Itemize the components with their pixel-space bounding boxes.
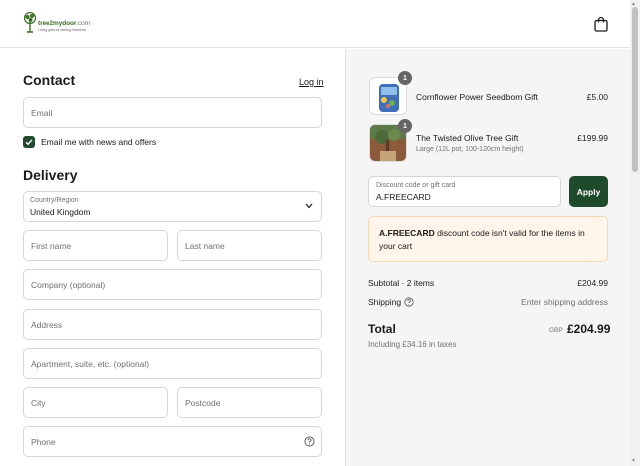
newsletter-label: Email me with news and offers [41, 137, 157, 147]
apartment-placeholder: Apartment, suite, etc. (optional) [31, 358, 150, 369]
total-currency: GBP [549, 327, 563, 334]
last-name-placeholder: Last name [185, 240, 225, 251]
postcode-placeholder: Postcode [185, 397, 221, 408]
apartment-field[interactable]: Apartment, suite, etc. (optional) [23, 348, 322, 379]
email-placeholder: Email [31, 107, 53, 118]
item-price: £5.00 [586, 92, 608, 102]
scrollbar-thumb[interactable] [632, 7, 638, 172]
logo-tagline: Living gifts for lasting moments [38, 28, 87, 32]
quantity-badge: 1 [398, 119, 412, 133]
company-placeholder: Company (optional) [31, 279, 106, 290]
store-logo[interactable]: tree2mydoor.com Living gifts for lasting… [23, 12, 90, 34]
address-field[interactable]: Address [23, 309, 322, 340]
info-circle-icon[interactable] [404, 297, 414, 307]
city-field[interactable]: City [23, 387, 168, 418]
question-circle-icon[interactable] [304, 436, 315, 447]
item-name: Cornflower Power Seedbom Gift [416, 92, 538, 102]
shipping-value: Enter shipping address [521, 297, 608, 307]
quantity-badge: 1 [398, 71, 412, 85]
chevron-down-icon [305, 203, 313, 209]
item-variant: Large (12L pot, 100-120cm height) [416, 146, 524, 153]
total-label: Total [368, 322, 396, 336]
item-name: The Twisted Olive Tree Gift [416, 133, 519, 143]
subtotal-value: £204.99 [577, 278, 608, 288]
newsletter-checkbox[interactable] [23, 136, 35, 148]
header: tree2mydoor.com Living gifts for lasting… [0, 0, 630, 48]
logo-name: tree2mydoor.com [38, 20, 90, 27]
subtotal-label: Subtotal · 2 items [368, 278, 435, 288]
country-select-label: Country/Region [30, 197, 79, 204]
total-value: £204.99 [567, 322, 611, 336]
scroll-down-arrow-icon[interactable]: ▼ [631, 458, 636, 464]
phone-field[interactable]: Phone [23, 426, 322, 457]
last-name-field[interactable]: Last name [177, 230, 322, 261]
login-link[interactable]: Log in [299, 77, 324, 87]
apply-discount-button[interactable]: Apply [569, 176, 608, 207]
delivery-heading: Delivery [23, 167, 78, 183]
checkmark-icon [25, 139, 33, 146]
first-name-field[interactable]: First name [23, 230, 168, 261]
tree-logo-icon [23, 12, 37, 33]
tax-line: Including £34.16 in taxes [368, 340, 457, 349]
logo-wordmark: tree2mydoor.com Living gifts for lasting… [38, 20, 90, 32]
city-placeholder: City [31, 397, 46, 408]
phone-placeholder: Phone [31, 436, 56, 447]
company-field[interactable]: Company (optional) [23, 269, 322, 300]
postcode-field[interactable]: Postcode [177, 387, 322, 418]
country-select-value: United Kingdom [30, 207, 91, 217]
discount-code-label: Discount code or gift card [376, 182, 456, 189]
item-price: £199.99 [577, 133, 608, 143]
discount-code-value: A.FREECARD [376, 192, 431, 202]
address-placeholder: Address [31, 319, 63, 330]
discount-error-message: A.FREECARD discount code isn't valid for… [379, 227, 601, 252]
shopping-bag-icon[interactable] [594, 16, 608, 32]
email-field[interactable]: Email [23, 97, 322, 128]
first-name-placeholder: First name [31, 240, 72, 251]
shipping-label: Shipping [368, 297, 402, 307]
error-code: A.FREECARD [379, 228, 435, 238]
contact-heading: Contact [23, 72, 76, 88]
